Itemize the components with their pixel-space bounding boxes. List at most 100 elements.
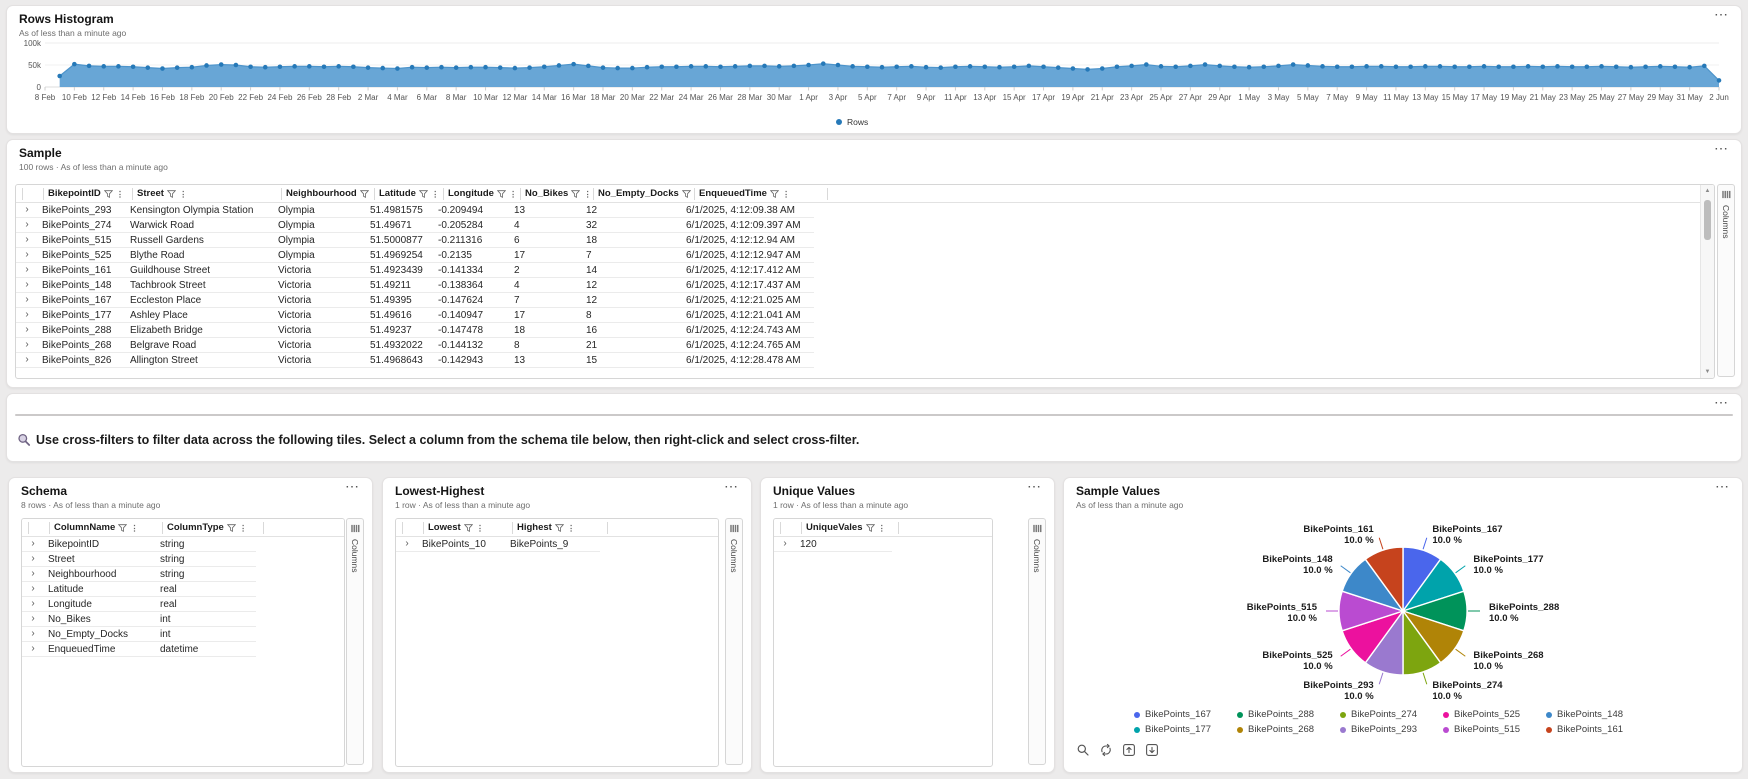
- row-expander-icon[interactable]: ›: [774, 539, 796, 549]
- legend-item[interactable]: BikePoints_274: [1340, 709, 1443, 720]
- row-expander-icon[interactable]: ›: [16, 340, 38, 350]
- table-row[interactable]: › BikePoints_268 Belgrave Road Victoria 51.4…: [16, 338, 814, 353]
- table-row[interactable]: › No_Bikes int: [22, 612, 256, 627]
- filter-icon[interactable]: [359, 189, 369, 198]
- column-menu-icon[interactable]: ⋮: [130, 523, 139, 532]
- more-menu-button[interactable]: ⋯: [345, 479, 360, 493]
- more-menu-button[interactable]: ⋯: [724, 479, 739, 493]
- vertical-scrollbar[interactable]: ▲ ▼: [1700, 185, 1714, 378]
- filter-icon[interactable]: [571, 189, 581, 198]
- table-row[interactable]: › BikePoints_525 Blythe Road Olympia 51.4969…: [16, 248, 814, 263]
- column-header-columntype[interactable]: ColumnType ⋮: [163, 521, 264, 534]
- column-header-enqueuedtime[interactable]: EnqueuedTime ⋮: [695, 187, 828, 200]
- table-row[interactable]: › Street string: [22, 552, 256, 567]
- scroll-up-arrow[interactable]: ▲: [1701, 188, 1714, 194]
- table-row[interactable]: › BikePoints_274 Warwick Road Olympia 51.496…: [16, 218, 814, 233]
- scroll-down-arrow[interactable]: ▼: [1701, 369, 1714, 375]
- column-header-uniquevales[interactable]: UniqueVales ⋮: [802, 521, 899, 534]
- column-menu-icon[interactable]: ⋮: [509, 189, 518, 198]
- row-expander-icon[interactable]: ›: [22, 644, 44, 654]
- row-expander-icon[interactable]: ›: [16, 310, 38, 320]
- column-menu-icon[interactable]: ⋮: [476, 523, 485, 532]
- sample-values-pie-chart[interactable]: BikePoints_16710.0 %BikePoints_17710.0 %…: [1104, 506, 1704, 741]
- more-menu-button[interactable]: ⋯: [1714, 395, 1729, 409]
- table-row[interactable]: › BikepointID string: [22, 537, 256, 552]
- more-menu-button[interactable]: ⋯: [1027, 479, 1042, 493]
- table-row[interactable]: › BikePoints_161 Guildhouse Street Victoria…: [16, 263, 814, 278]
- row-expander-icon[interactable]: ›: [16, 325, 38, 335]
- filter-icon[interactable]: [769, 189, 779, 198]
- download-icon[interactable]: [1143, 741, 1160, 758]
- column-header-neighbourhood[interactable]: Neighbourhood⋮: [282, 187, 375, 200]
- more-menu-button[interactable]: ⋯: [1714, 7, 1729, 21]
- row-expander-icon[interactable]: ›: [16, 235, 38, 245]
- column-menu-icon[interactable]: ⋮: [116, 189, 125, 198]
- legend-item[interactable]: BikePoints_288: [1237, 709, 1340, 720]
- row-expander-icon[interactable]: ›: [16, 265, 38, 275]
- scrollbar-thumb[interactable]: [1704, 200, 1711, 240]
- row-expander-icon[interactable]: ›: [22, 569, 44, 579]
- row-expander-icon[interactable]: ›: [396, 539, 418, 549]
- column-header-longitude[interactable]: Longitude ⋮: [444, 187, 521, 200]
- column-menu-icon[interactable]: ⋮: [878, 523, 887, 532]
- filter-icon[interactable]: [865, 523, 875, 532]
- table-row[interactable]: › BikePoints_148 Tachbrook Street Victoria 5…: [16, 278, 814, 293]
- refresh-icon[interactable]: [1097, 741, 1114, 758]
- filter-icon[interactable]: [103, 189, 113, 198]
- column-header-latitude[interactable]: Latitude ⋮: [375, 187, 444, 200]
- filter-icon[interactable]: [496, 189, 506, 198]
- filter-icon[interactable]: [554, 523, 564, 532]
- row-expander-icon[interactable]: ›: [22, 554, 44, 564]
- column-header-street[interactable]: Street ⋮: [133, 187, 282, 200]
- legend-item[interactable]: BikePoints_515: [1443, 724, 1546, 735]
- columns-side-panel[interactable]: Columns: [1717, 184, 1735, 377]
- columns-side-panel[interactable]: Columns: [1028, 518, 1046, 765]
- table-row[interactable]: › No_Empty_Docks int: [22, 627, 256, 642]
- table-row[interactable]: › Latitude real: [22, 582, 256, 597]
- table-row[interactable]: › BikePoints_515 Russell Gardens Olympia 51.…: [16, 233, 814, 248]
- table-row[interactable]: › BikePoints_10 BikePoints_9: [396, 537, 600, 552]
- column-menu-icon[interactable]: ⋮: [179, 189, 188, 198]
- filter-icon[interactable]: [226, 523, 236, 532]
- legend-item[interactable]: BikePoints_167: [1134, 709, 1237, 720]
- columns-side-panel[interactable]: Columns: [346, 518, 364, 765]
- column-header-lowest[interactable]: Lowest ⋮: [424, 521, 513, 534]
- legend-item[interactable]: BikePoints_161: [1546, 724, 1649, 735]
- columns-side-panel[interactable]: Columns: [725, 518, 743, 765]
- filter-icon[interactable]: [463, 523, 473, 532]
- table-row[interactable]: › BikePoints_288 Elizabeth Bridge Victoria 5…: [16, 323, 814, 338]
- upload-icon[interactable]: [1120, 741, 1137, 758]
- row-expander-icon[interactable]: ›: [22, 629, 44, 639]
- column-menu-icon[interactable]: ⋮: [431, 189, 440, 198]
- row-expander-icon[interactable]: ›: [16, 220, 38, 230]
- row-expander-icon[interactable]: ›: [16, 355, 38, 365]
- row-expander-icon[interactable]: ›: [16, 295, 38, 305]
- filter-icon[interactable]: [418, 189, 428, 198]
- legend-item[interactable]: BikePoints_268: [1237, 724, 1340, 735]
- table-row[interactable]: › BikePoints_177 Ashley Place Victoria 51.49…: [16, 308, 814, 323]
- filter-icon[interactable]: [681, 189, 691, 198]
- rows-histogram-chart[interactable]: 0 50k 100k 8 Feb 10 Feb 12 Feb 14 Feb 16 Feb 18 …: [19, 39, 1731, 131]
- row-expander-icon[interactable]: ›: [22, 584, 44, 594]
- column-header-bikepointid[interactable]: BikepointID ⋮: [44, 187, 133, 200]
- column-menu-icon[interactable]: ⋮: [583, 189, 592, 198]
- row-expander-icon[interactable]: ›: [22, 599, 44, 609]
- filter-icon[interactable]: [118, 523, 128, 532]
- legend-item[interactable]: BikePoints_148: [1546, 709, 1649, 720]
- table-row[interactable]: › Longitude real: [22, 597, 256, 612]
- column-header-highest[interactable]: Highest ⋮: [513, 521, 608, 534]
- row-expander-icon[interactable]: ›: [16, 250, 38, 260]
- table-row[interactable]: › BikePoints_293 Kensington Olympia Statio…: [16, 203, 814, 218]
- column-menu-icon[interactable]: ⋮: [782, 189, 791, 198]
- more-menu-button[interactable]: ⋯: [1715, 479, 1730, 493]
- row-expander-icon[interactable]: ›: [22, 539, 44, 549]
- legend-item[interactable]: BikePoints_177: [1134, 724, 1237, 735]
- column-header-columnname[interactable]: ColumnName ⋮: [50, 521, 163, 534]
- row-expander-icon[interactable]: ›: [16, 280, 38, 290]
- row-expander-icon[interactable]: ›: [16, 205, 38, 215]
- row-expander-icon[interactable]: ›: [22, 614, 44, 624]
- table-row[interactable]: › 120: [774, 537, 892, 552]
- legend-item[interactable]: BikePoints_293: [1340, 724, 1443, 735]
- table-row[interactable]: › EnqueuedTime datetime: [22, 642, 256, 657]
- column-header-no_bikes[interactable]: No_Bikes ⋮: [521, 187, 594, 200]
